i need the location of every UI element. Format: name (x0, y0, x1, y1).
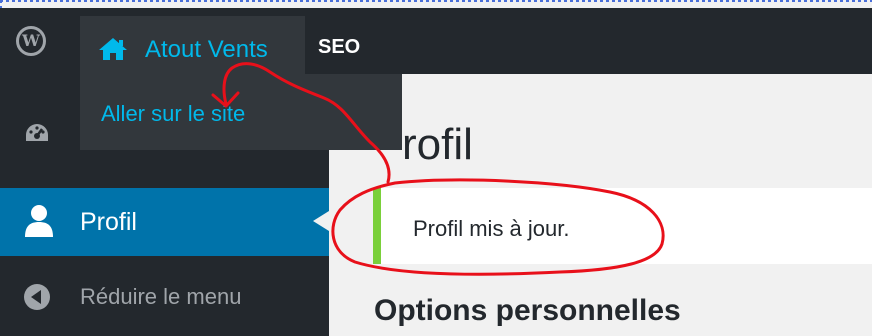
update-notice: Profil mis à jour. (373, 188, 872, 264)
notice-text: Profil mis à jour. (413, 216, 570, 241)
section-title: Options personnelles (374, 294, 681, 327)
wordpress-icon[interactable]: W (16, 26, 46, 56)
active-menu-arrow (313, 211, 329, 231)
sidebar-item-profil[interactable]: Profil (0, 188, 329, 256)
home-icon (99, 38, 127, 60)
page-title: rofil (402, 120, 473, 169)
collapse-icon[interactable] (24, 284, 50, 310)
visit-site-link[interactable]: Aller sur le site (101, 101, 245, 127)
seo-menu-item[interactable]: SEO (318, 36, 360, 59)
user-icon (25, 205, 53, 237)
collapse-menu-button[interactable]: Réduire le menu (80, 284, 241, 310)
admin-bar: W Atout Vents SEO (0, 8, 872, 82)
sidebar-item-label: Profil (80, 208, 137, 236)
site-dropdown-menu: Aller sur le site (80, 74, 402, 150)
site-name-menu[interactable]: Atout Vents (80, 16, 305, 82)
dashboard-icon[interactable] (24, 122, 50, 144)
site-name-label[interactable]: Atout Vents (145, 36, 268, 64)
selection-border-top (0, 0, 872, 4)
